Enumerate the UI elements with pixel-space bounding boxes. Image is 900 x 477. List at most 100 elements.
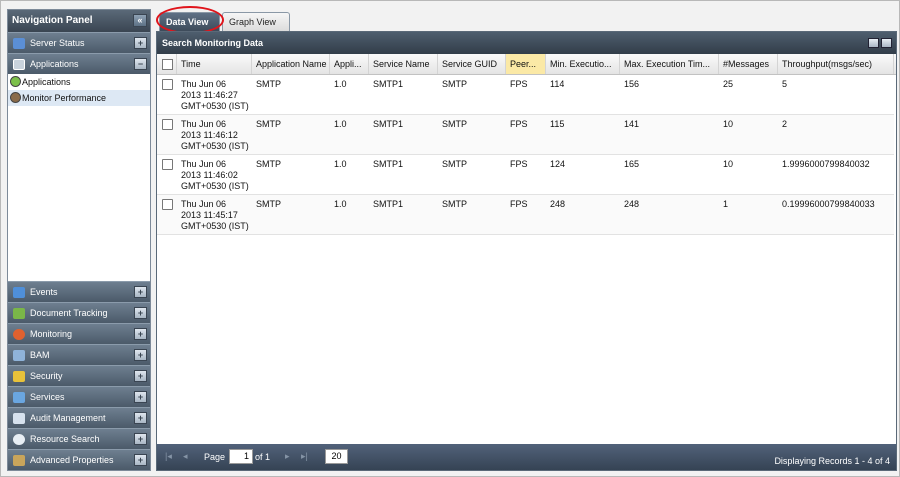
app-window: Navigation Panel « Server Status + Appli…	[0, 0, 900, 477]
nav-section-applications[interactable]: Applications −	[8, 53, 150, 74]
cell-service-name: SMTP1	[373, 159, 404, 169]
cell-time: Thu Jun 06 2013 11:46:27 GMT+0530 (IST)	[181, 79, 249, 112]
cell-application-name: SMTP	[256, 119, 282, 129]
column-header-min-execution[interactable]: Min. Executio...	[546, 54, 620, 74]
expand-icon[interactable]: +	[134, 349, 147, 361]
nav-section-server-status[interactable]: Server Status +	[8, 32, 150, 53]
nav-section-services[interactable]: Services +	[8, 386, 150, 407]
cell-min-execution: 124	[550, 159, 566, 169]
table-row[interactable]: Thu Jun 06 2013 11:46:12 GMT+0530 (IST) …	[157, 115, 894, 155]
nav-section-monitoring[interactable]: Monitoring +	[8, 323, 150, 344]
nav-section-label: Security	[30, 371, 63, 381]
resource-search-icon	[13, 434, 25, 445]
expand-icon[interactable]: +	[134, 328, 147, 340]
cell-throughput: 5	[782, 79, 788, 89]
first-page-icon[interactable]: |◂	[165, 451, 172, 462]
nav-section-security[interactable]: Security +	[8, 365, 150, 386]
expand-icon[interactable]: +	[134, 391, 147, 403]
row-checkbox[interactable]	[162, 159, 173, 170]
expand-icon[interactable]: +	[134, 307, 147, 319]
bam-icon	[13, 350, 25, 361]
view-tabs: Data View Graph View	[156, 6, 897, 34]
column-header-max-execution[interactable]: Max. Execution Tim...	[620, 54, 719, 74]
cell-service-guid: SMTP	[442, 119, 468, 129]
cell-time-line: 2013 11:45:17	[181, 210, 238, 220]
cell-min-execution: 115	[550, 119, 565, 129]
row-checkbox[interactable]	[162, 79, 173, 90]
records-status: Displaying Records 1 - 4 of 4	[774, 456, 890, 466]
advanced-properties-icon	[13, 455, 25, 466]
cell-max-execution: 141	[624, 119, 640, 129]
expand-icon[interactable]: +	[134, 433, 147, 445]
nav-section-label: Events	[30, 287, 58, 297]
cell-time-line: 2013 11:46:12	[181, 130, 238, 140]
nav-section-bam[interactable]: BAM +	[8, 344, 150, 365]
table-row[interactable]: Thu Jun 06 2013 11:46:27 GMT+0530 (IST) …	[157, 75, 894, 115]
cell-service-guid: SMTP	[442, 79, 468, 89]
page-number-input[interactable]: 1	[229, 449, 253, 464]
cell-throughput: 2	[782, 119, 788, 129]
tree-item-label: Monitor Performance	[22, 93, 107, 103]
cell-messages: 10	[723, 119, 734, 129]
collapse-panel-icon[interactable]: «	[133, 14, 147, 27]
cell-time-line: Thu Jun 06	[181, 199, 227, 209]
cell-application-version: 1.0	[334, 79, 347, 89]
column-header-time[interactable]: Time	[177, 54, 252, 74]
expand-icon[interactable]: +	[134, 37, 147, 49]
nav-section-advanced-properties[interactable]: Advanced Properties +	[8, 449, 150, 470]
nav-section-resource-search[interactable]: Resource Search +	[8, 428, 150, 449]
row-checkbox[interactable]	[162, 119, 173, 130]
cell-time-line: GMT+0530 (IST)	[181, 221, 249, 231]
cell-service-guid: SMTP	[442, 159, 468, 169]
nav-section-label: Resource Search	[30, 434, 100, 444]
cell-application-version: 1.0	[334, 159, 347, 169]
cell-time-line: Thu Jun 06	[181, 79, 227, 89]
tree-item-monitor-performance[interactable]: Monitor Performance	[8, 90, 150, 106]
expand-icon[interactable]: +	[134, 454, 147, 466]
applications-tree: Applications Monitor Performance	[8, 74, 150, 290]
navigation-panel-title-text: Navigation Panel	[12, 15, 93, 26]
row-checkbox[interactable]	[162, 199, 173, 210]
export-icon[interactable]	[868, 38, 879, 48]
tab-graph-view[interactable]: Graph View	[222, 12, 290, 31]
table-row[interactable]: Thu Jun 06 2013 11:45:17 GMT+0530 (IST) …	[157, 195, 894, 235]
column-header-messages[interactable]: #Messages	[719, 54, 778, 74]
collapse-icon[interactable]: −	[134, 58, 147, 70]
select-all-checkbox[interactable]	[162, 59, 173, 70]
expand-icon[interactable]: +	[134, 286, 147, 298]
nav-sections-collapsed: Events + Document Tracking + Monitoring …	[8, 281, 150, 470]
last-page-icon[interactable]: ▸|	[301, 451, 308, 462]
nav-section-events[interactable]: Events +	[8, 281, 150, 302]
cell-time-line: GMT+0530 (IST)	[181, 101, 249, 111]
refresh-icon[interactable]	[881, 38, 892, 48]
cell-min-execution: 248	[550, 199, 566, 209]
monitor-performance-icon	[10, 92, 21, 103]
cell-time: Thu Jun 06 2013 11:46:02 GMT+0530 (IST)	[181, 159, 249, 192]
nav-section-label: Document Tracking	[30, 308, 108, 318]
column-header-throughput[interactable]: Throughput(msgs/sec)	[778, 54, 894, 74]
page-size-input[interactable]: 20	[325, 449, 348, 464]
expand-icon[interactable]: +	[134, 412, 147, 424]
nav-section-label: Services	[30, 392, 65, 402]
cell-time-line: 2013 11:46:02	[181, 170, 238, 180]
cell-application-version: 1.0	[334, 199, 347, 209]
page-label: Page	[204, 452, 226, 462]
tree-item-applications[interactable]: Applications	[8, 74, 150, 90]
previous-page-icon[interactable]: ◂	[183, 451, 188, 462]
highlight-circle	[156, 6, 224, 34]
table-row[interactable]: Thu Jun 06 2013 11:46:02 GMT+0530 (IST) …	[157, 155, 894, 195]
cell-messages: 10	[723, 159, 734, 169]
document-tracking-icon	[13, 308, 25, 319]
events-icon	[13, 287, 25, 298]
column-header-service-guid[interactable]: Service GUID	[438, 54, 506, 74]
next-page-icon[interactable]: ▸	[285, 451, 290, 462]
column-header-peer[interactable]: Peer...	[506, 54, 546, 74]
nav-section-label: Monitoring	[30, 329, 73, 339]
column-header-application-version[interactable]: Appli...	[330, 54, 369, 74]
nav-section-audit-management[interactable]: Audit Management +	[8, 407, 150, 428]
nav-section-document-tracking[interactable]: Document Tracking +	[8, 302, 150, 323]
grid-header-row: Time Application Name Appli... Service N…	[157, 54, 896, 75]
expand-icon[interactable]: +	[134, 370, 147, 382]
column-header-service-name[interactable]: Service Name	[369, 54, 438, 74]
column-header-application-name[interactable]: Application Name	[252, 54, 330, 74]
